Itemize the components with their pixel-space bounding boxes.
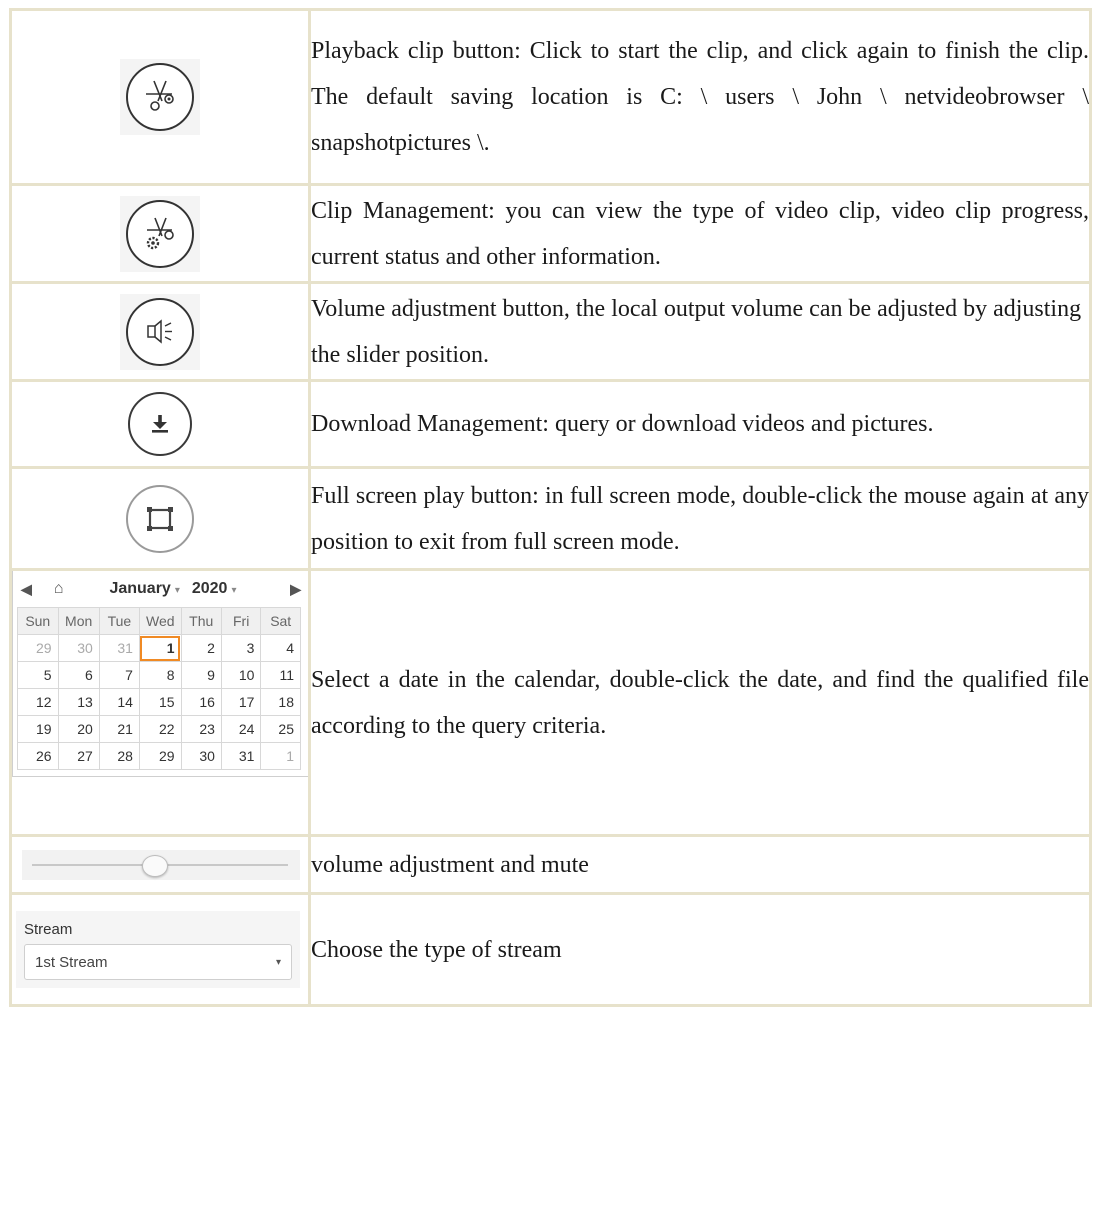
weekday-label: Thu	[180, 607, 222, 635]
table-row: ◀ ⌂ January ▾ 2020 ▾ ▶ Sun Mon Tue Wed Thu…	[9, 568, 1092, 837]
date-cell[interactable]: 29	[17, 634, 59, 662]
next-month-icon[interactable]: ▶	[290, 581, 301, 598]
date-cell[interactable]: 12	[17, 688, 59, 716]
date-cell[interactable]: 10	[220, 661, 262, 689]
row-description: Volume adjustment button, the local outp…	[308, 281, 1092, 382]
week-row: 29 30 31 1 2 3 4	[17, 634, 301, 662]
row-description: volume adjustment and mute	[308, 834, 1092, 895]
stream-select[interactable]: 1st Stream ▾	[24, 944, 292, 980]
date-cell[interactable]: 2	[180, 634, 222, 662]
weekday-label: Sun	[17, 607, 59, 635]
chevron-down-icon: ▾	[275, 956, 281, 968]
date-cell[interactable]: 25	[260, 715, 301, 743]
weekday-row: Sun Mon Tue Wed Thu Fri Sat	[17, 607, 301, 635]
feature-table: Playback clip button: Click to start the…	[9, 8, 1092, 1007]
table-row: volume adjustment and mute	[9, 834, 1092, 895]
date-cell[interactable]: 6	[57, 661, 100, 689]
fullscreen-icon[interactable]	[126, 484, 194, 553]
week-row: 26 27 28 29 30 31 1	[17, 742, 301, 770]
date-cell[interactable]: 19	[17, 715, 59, 743]
download-icon[interactable]	[128, 392, 192, 456]
row-description: Download Management: query or download v…	[308, 379, 1092, 469]
row-description: Full screen play button: in full screen …	[308, 466, 1092, 571]
scissors-icon[interactable]	[126, 63, 194, 131]
date-cell[interactable]: 14	[98, 688, 140, 716]
month-select[interactable]: January ▾	[109, 580, 179, 598]
date-cell[interactable]: 1	[260, 742, 301, 770]
table-row: Full screen play button: in full screen …	[9, 466, 1092, 571]
stream-label: Stream	[24, 921, 73, 938]
weekday-label: Sat	[260, 607, 301, 635]
row-description: Clip Management: you can view the type o…	[308, 183, 1092, 284]
date-cell[interactable]: 30	[57, 634, 100, 662]
table-row: Clip Management: you can view the type o…	[9, 183, 1092, 284]
date-cell[interactable]: 26	[17, 742, 59, 770]
date-cell[interactable]: 24	[220, 715, 262, 743]
clip-management-icon[interactable]	[126, 199, 194, 268]
date-cell[interactable]: 4	[260, 634, 301, 662]
date-cell[interactable]: 27	[57, 742, 100, 770]
date-cell[interactable]: 22	[138, 715, 182, 743]
date-cell[interactable]: 29	[138, 742, 182, 770]
chevron-down-icon: ▾	[231, 585, 237, 596]
table-row: Download Management: query or download v…	[9, 379, 1092, 469]
date-cell[interactable]: 30	[180, 742, 222, 770]
calendar-header: ◀ ⌂ January ▾ 2020 ▾ ▶	[13, 571, 309, 607]
volume-slider[interactable]	[22, 849, 300, 880]
weekday-label: Fri	[220, 607, 262, 635]
stream-select-value: 1st Stream	[35, 953, 108, 971]
date-cell[interactable]: 23	[180, 715, 222, 743]
year-select[interactable]: 2020 ▾	[192, 580, 237, 598]
stream-panel: Stream 1st Stream ▾	[16, 911, 300, 988]
table-row: Volume adjustment button, the local outp…	[9, 281, 1092, 382]
date-cell-selected[interactable]: 1	[138, 634, 182, 662]
weekday-label: Tue	[98, 607, 140, 635]
week-row: 12 13 14 15 16 17 18	[17, 688, 301, 716]
date-cell[interactable]: 31	[98, 634, 140, 662]
weekday-label: Wed	[138, 607, 182, 635]
date-cell[interactable]: 18	[260, 688, 301, 716]
table-row: Playback clip button: Click to start the…	[9, 8, 1092, 186]
home-icon[interactable]: ⌂	[54, 580, 64, 598]
slider-thumb[interactable]	[141, 854, 168, 877]
calendar: ◀ ⌂ January ▾ 2020 ▾ ▶ Sun Mon Tue Wed Thu…	[12, 571, 310, 777]
row-description: Select a date in the calendar, double-cl…	[308, 568, 1092, 837]
weekday-label: Mon	[57, 607, 100, 635]
date-cell[interactable]: 9	[180, 661, 222, 689]
date-cell[interactable]: 7	[98, 661, 140, 689]
date-cell[interactable]: 3	[220, 634, 262, 662]
date-cell[interactable]: 8	[138, 661, 182, 689]
row-description: Choose the type of stream	[308, 892, 1092, 1007]
date-cell[interactable]: 21	[98, 715, 140, 743]
row-description: Playback clip button: Click to start the…	[308, 8, 1092, 186]
date-cell[interactable]: 15	[138, 688, 182, 716]
table-row: Stream 1st Stream ▾ Choose the type of s…	[9, 892, 1092, 1007]
speaker-icon[interactable]	[126, 297, 194, 366]
date-cell[interactable]: 16	[180, 688, 222, 716]
chevron-down-icon: ▾	[174, 585, 180, 596]
date-cell[interactable]: 11	[260, 661, 301, 689]
week-row: 5 6 7 8 9 10 11	[17, 661, 301, 689]
date-cell[interactable]: 5	[17, 661, 59, 689]
week-row: 19 20 21 22 23 24 25	[17, 715, 301, 743]
calendar-grid: Sun Mon Tue Wed Thu Fri Sat 29 30 31 1 2	[17, 607, 301, 770]
date-cell[interactable]: 28	[98, 742, 140, 770]
date-cell[interactable]: 31	[220, 742, 262, 770]
prev-month-icon[interactable]: ◀	[21, 581, 32, 598]
date-cell[interactable]: 20	[57, 715, 100, 743]
date-cell[interactable]: 17	[220, 688, 262, 716]
date-cell[interactable]: 13	[57, 688, 100, 716]
